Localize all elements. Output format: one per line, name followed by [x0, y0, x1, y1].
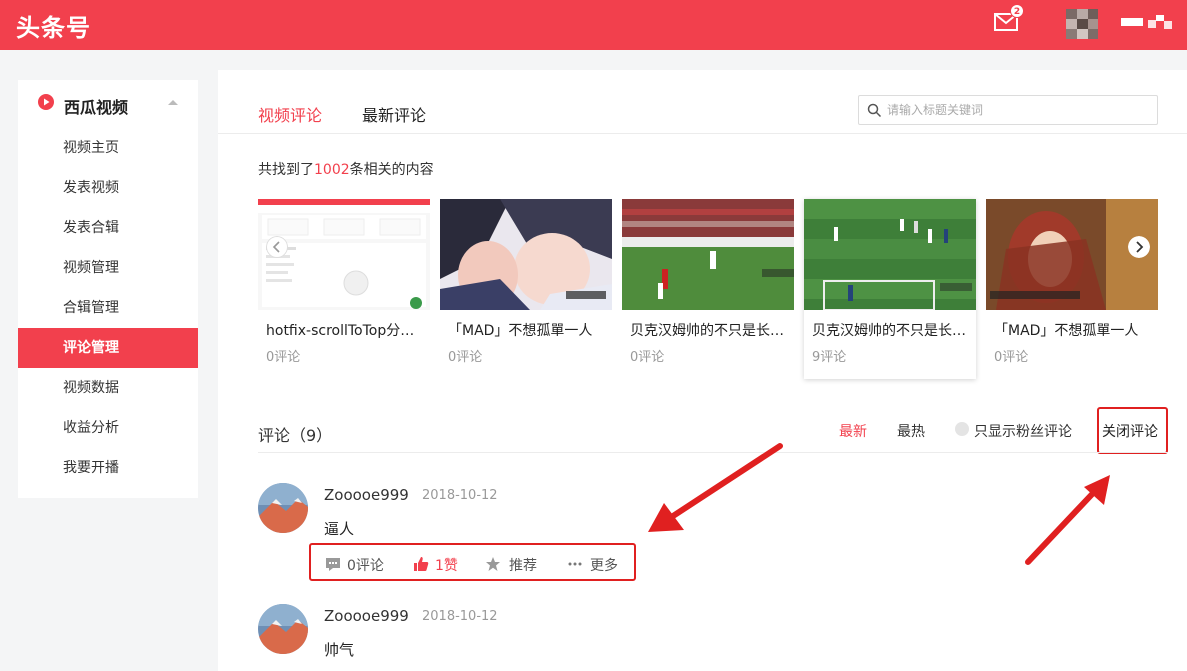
main-panel: 视频评论 最新评论 共找到了1002条相关的内容 — [218, 70, 1187, 671]
video-title[interactable]: hotfix-scrollToTop分支预览 — [266, 320, 426, 340]
sidebar-item-video-home[interactable]: 视频主页 — [18, 128, 198, 168]
fans-only-radio[interactable] — [955, 422, 969, 436]
video-title[interactable]: 贝克汉姆帅的不只是长相，还有他的任意球 — [812, 320, 972, 340]
more-dots-icon[interactable] — [567, 556, 583, 572]
video-comment-count: 9评论 — [812, 350, 847, 365]
sidebar-item-publish-collection[interactable]: 发表合辑 — [18, 208, 198, 248]
thumbs-up-icon[interactable] — [413, 556, 429, 572]
search-icon[interactable] — [867, 103, 882, 118]
video-thumbnail — [622, 199, 794, 310]
tab-video-comments[interactable]: 视频评论 — [258, 102, 322, 126]
comment-date: 2018-10-12 — [422, 488, 498, 503]
tab-latest-comments[interactable]: 最新评论 — [362, 102, 426, 126]
tab-divider — [218, 133, 1187, 134]
reply-count-button[interactable]: 0评论 — [347, 555, 384, 575]
comment-text: 帅气 — [324, 641, 355, 659]
search-input[interactable] — [887, 100, 1147, 120]
video-title[interactable]: 「MAD」不想孤單一人 — [994, 320, 1154, 340]
comment-text: 逼人 — [324, 520, 355, 538]
fans-only-label[interactable]: 只显示粉丝评论 — [974, 421, 1072, 441]
sidebar-item-go-live[interactable]: 我要开播 — [18, 448, 198, 488]
comment-actions: 0评论 1赞 推荐 更多 — [309, 543, 636, 581]
sidebar-item-comment-management[interactable]: 评论管理 — [18, 328, 198, 368]
mail-badge: 2 — [1010, 4, 1024, 18]
sidebar-item-revenue-analysis[interactable]: 收益分析 — [18, 408, 198, 448]
comment-username[interactable]: Zooooe999 — [324, 607, 409, 625]
video-card[interactable]: 「MAD」不想孤單一人 0评论 — [986, 199, 1158, 379]
app-logo[interactable]: 头条号 — [16, 8, 91, 43]
video-title[interactable]: 「MAD」不想孤單一人 — [448, 320, 608, 340]
sidebar-item-video-data[interactable]: 视频数据 — [18, 368, 198, 408]
carousel-next-button[interactable] — [1128, 236, 1150, 258]
video-card[interactable]: hotfix-scrollToTop分支预览 0评论 — [258, 199, 430, 379]
comments-title: 评论（9） — [258, 426, 333, 445]
avatar[interactable] — [258, 604, 308, 654]
user-avatar[interactable] — [1066, 9, 1098, 39]
video-comment-count: 0评论 — [266, 350, 301, 365]
video-title[interactable]: 贝克汉姆帅的不只是长相，还有他的任意球 — [630, 320, 790, 340]
video-card[interactable]: 贝克汉姆帅的不只是长相，还有他的任意球 0评论 — [622, 199, 794, 379]
more-button[interactable]: 更多 — [590, 555, 618, 575]
sidebar: 西瓜视频 视频主页 发表视频 发表合辑 视频管理 合辑管理 评论管理 视频数据 … — [18, 80, 198, 498]
video-comment-count: 0评论 — [630, 350, 665, 365]
result-count-number: 1002 — [314, 162, 350, 178]
avatar[interactable] — [258, 483, 308, 533]
video-card-selected[interactable]: 贝克汉姆帅的不只是长相，还有他的任意球 9评论 — [804, 199, 976, 379]
sidebar-section-title: 西瓜视频 — [64, 98, 129, 117]
top-header: 头条号 2 — [0, 0, 1187, 50]
result-count-suffix: 条相关的内容 — [349, 162, 434, 178]
search-box[interactable] — [858, 95, 1158, 125]
comment-date: 2018-10-12 — [422, 609, 498, 624]
sidebar-item-video-management[interactable]: 视频管理 — [18, 248, 198, 288]
sort-latest-button[interactable]: 最新 — [839, 421, 867, 441]
chevron-up-icon — [168, 100, 178, 105]
comment-icon — [326, 558, 340, 571]
play-icon — [38, 94, 54, 110]
video-comment-count: 0评论 — [448, 350, 483, 365]
recommend-button[interactable]: 推荐 — [509, 555, 537, 575]
video-comment-count: 0评论 — [994, 350, 1029, 365]
result-count-text: 共找到了1002条相关的内容 — [258, 159, 434, 179]
comments-divider — [258, 452, 1168, 453]
video-thumbnail — [440, 199, 612, 310]
sidebar-item-publish-video[interactable]: 发表视频 — [18, 168, 198, 208]
video-card[interactable]: 「MAD」不想孤單一人 0评论 — [440, 199, 612, 379]
comment-username[interactable]: Zooooe999 — [324, 486, 409, 504]
carousel-prev-button[interactable] — [266, 236, 288, 258]
sort-hottest-button[interactable]: 最热 — [897, 421, 925, 441]
result-count-prefix: 共找到了 — [258, 162, 314, 178]
sidebar-section-header[interactable]: 西瓜视频 — [18, 80, 198, 128]
account-name-icon[interactable] — [1121, 15, 1175, 31]
like-button[interactable]: 1赞 — [435, 555, 458, 575]
video-thumbnail — [804, 199, 976, 310]
sidebar-item-collection-management[interactable]: 合辑管理 — [18, 288, 198, 328]
star-icon[interactable] — [485, 556, 501, 572]
annotation-highlight-box — [1097, 407, 1168, 454]
